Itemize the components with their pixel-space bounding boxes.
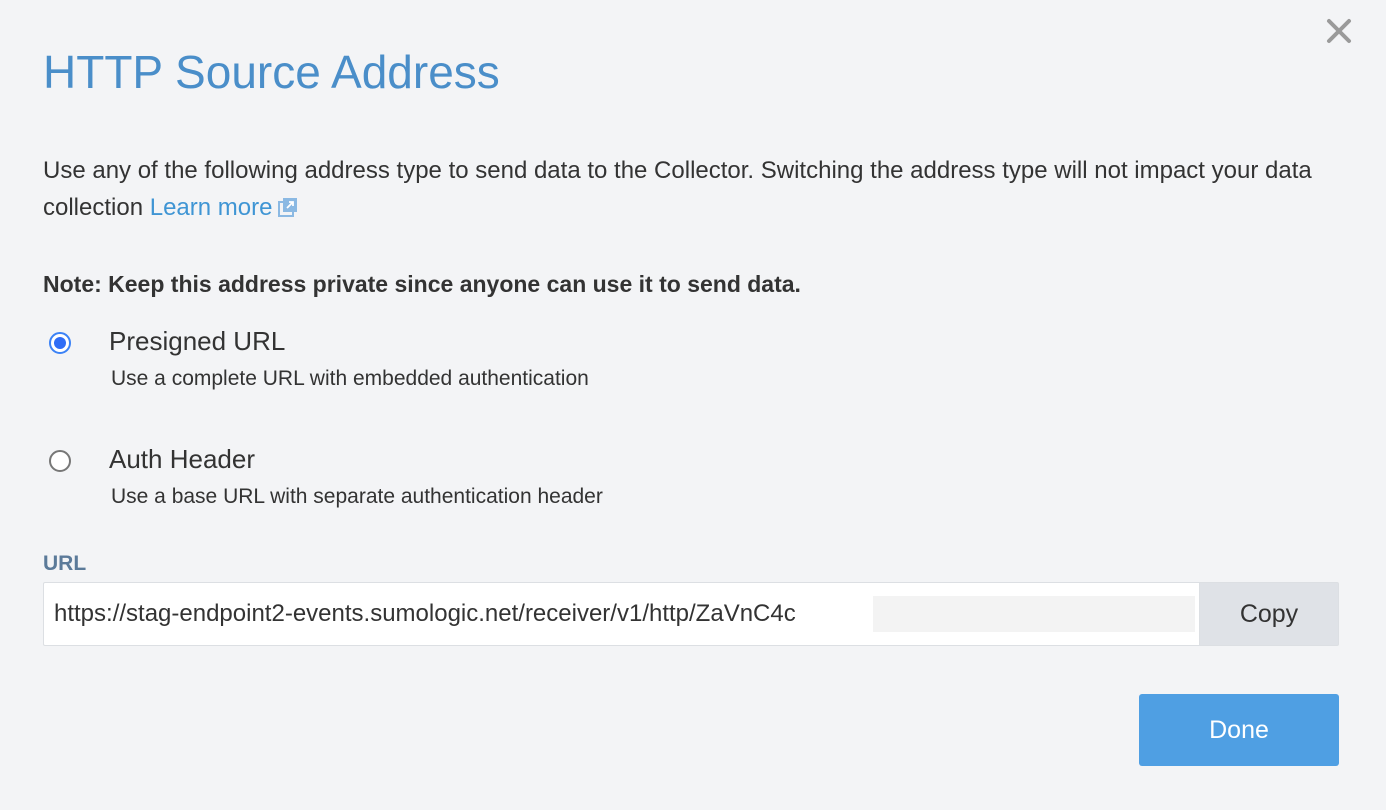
close-icon[interactable] bbox=[1324, 16, 1354, 46]
url-field-label: URL bbox=[43, 552, 87, 575]
learn-more-link[interactable]: Learn more bbox=[150, 194, 299, 221]
auth-header-label[interactable]: Auth Header bbox=[109, 442, 255, 476]
learn-more-label: Learn more bbox=[149, 194, 273, 221]
dialog-description: Use any of the following address type to… bbox=[43, 152, 1333, 226]
auth-header-description: Use a base URL with separate authenticat… bbox=[111, 485, 603, 508]
http-source-address-dialog: HTTP Source Address Use any of the follo… bbox=[0, 0, 1386, 810]
copy-button[interactable]: Copy bbox=[1199, 582, 1339, 646]
dialog-title: HTTP Source Address bbox=[43, 46, 500, 98]
presigned-url-description: Use a complete URL with embedded authent… bbox=[111, 367, 589, 390]
presigned-url-label[interactable]: Presigned URL bbox=[109, 324, 285, 358]
url-input[interactable] bbox=[43, 582, 1199, 646]
option-presigned-url[interactable]: Presigned URL Use a complete URL with em… bbox=[49, 326, 949, 412]
option-auth-header[interactable]: Auth Header Use a base URL with separate… bbox=[49, 444, 949, 530]
auth-header-radio[interactable] bbox=[49, 450, 71, 472]
external-link-icon bbox=[278, 198, 298, 217]
url-input-group: Copy bbox=[43, 582, 1339, 646]
presigned-url-radio[interactable] bbox=[49, 332, 71, 354]
done-button[interactable]: Done bbox=[1139, 694, 1339, 766]
privacy-note: Note: Keep this address private since an… bbox=[43, 271, 801, 297]
